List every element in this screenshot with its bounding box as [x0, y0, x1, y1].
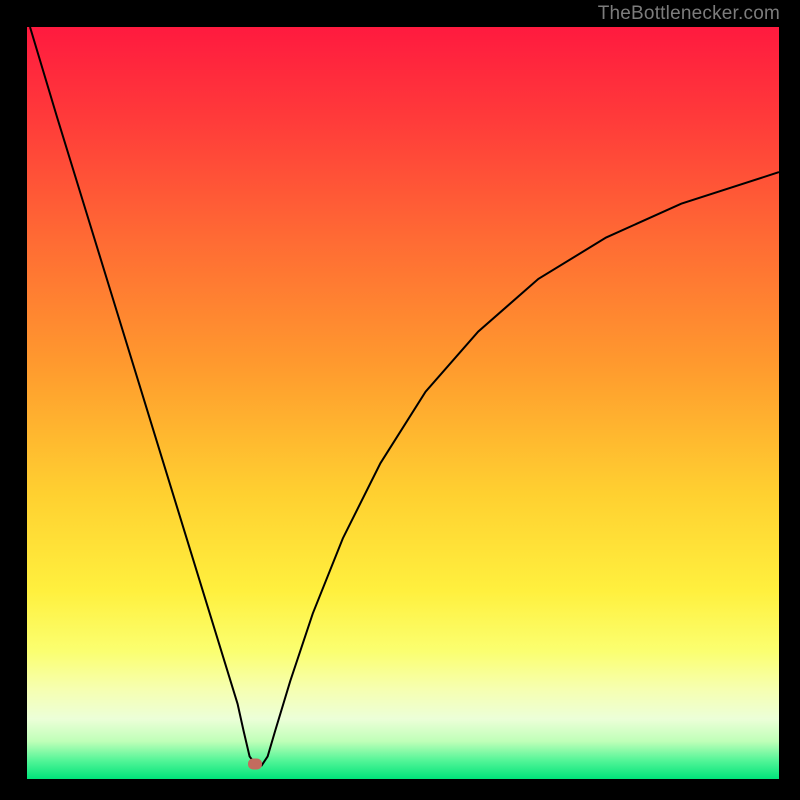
attribution-text: TheBottlenecker.com	[598, 3, 780, 25]
bottleneck-curve	[27, 27, 779, 779]
curve-minimum-marker	[248, 758, 262, 769]
plot-area	[27, 27, 779, 779]
chart-stage: TheBottlenecker.com	[0, 0, 800, 800]
